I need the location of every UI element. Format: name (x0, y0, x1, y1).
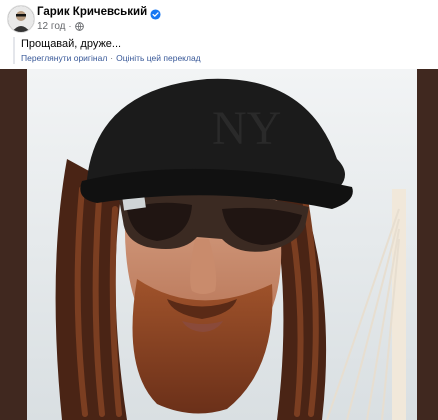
post-text: Прощавай, друже... (21, 38, 122, 50)
see-original-link[interactable]: Переглянути оригінал (21, 52, 107, 64)
post-timestamp[interactable]: 12 год (37, 21, 66, 32)
rate-translation-link[interactable]: Оцініть цей переклад (116, 52, 201, 64)
translation-controls: Переглянути оригінал · Оцініть цей перек… (21, 52, 438, 64)
author-name[interactable]: Гарик Кричевський (37, 6, 147, 18)
translation-separator: · (110, 53, 114, 63)
author-avatar[interactable] (7, 5, 35, 33)
post-meta: 12 год · (37, 20, 84, 32)
post-photo[interactable]: NY (27, 69, 417, 420)
svg-text:NY: NY (212, 102, 281, 155)
post-header: Гарик Кричевський 12 год · (0, 0, 438, 36)
verified-badge-icon (150, 7, 161, 20)
author-line: Гарик Кричевський (37, 5, 161, 20)
globe-icon[interactable] (74, 21, 84, 31)
post-photo-frame[interactable]: NY (0, 69, 438, 420)
meta-separator: · (68, 21, 72, 31)
post-body: Прощавай, друже... Переглянути оригінал … (13, 37, 438, 64)
